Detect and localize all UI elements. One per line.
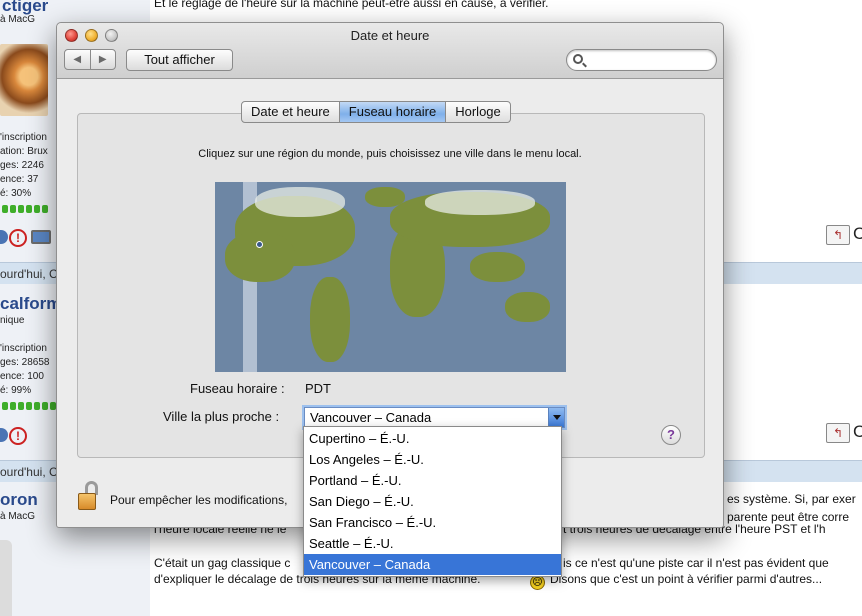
forum-user-info: é: 99% (0, 385, 32, 396)
menu-item-city-selected[interactable]: Vancouver – Canada (304, 554, 561, 575)
city-dropdown-menu: Cupertino – É.-U. Los Angeles – É.-U. Po… (303, 426, 562, 577)
lock-text: Pour empêcher les modifications, (110, 493, 288, 507)
forward-icon[interactable]: ▶ (89, 50, 116, 69)
warning-icon[interactable]: ! (9, 427, 27, 445)
reputation-bar (2, 402, 56, 410)
post-date: ourd'hui, C (0, 465, 58, 479)
tab-date-et-heure[interactable]: Date et heure (242, 102, 339, 122)
forum-user-role-1: à MacG (0, 14, 36, 25)
monitor-icon[interactable] (31, 230, 51, 244)
forum-user-info: 'inscription (0, 132, 47, 143)
quote-label[interactable]: C (853, 422, 862, 442)
menu-item-city[interactable]: Seattle – É.-U. (304, 533, 561, 554)
show-all-button[interactable]: Tout afficher (126, 49, 233, 71)
forum-user-info: ence: 100 (0, 371, 44, 382)
menu-item-city[interactable]: San Francisco – É.-U. (304, 512, 561, 533)
window-title: Date et heure (350, 28, 430, 43)
tab-horloge[interactable]: Horloge (445, 102, 510, 122)
post-date: ourd'hui, C (0, 267, 58, 281)
forum-user-info: ation: Brux (0, 146, 48, 157)
avatar (0, 44, 48, 116)
forum-user-info: ges: 2246 (0, 160, 44, 171)
reputation-bar (2, 205, 48, 213)
search-input[interactable] (566, 49, 717, 71)
forum-user-info: ges: 28658 (0, 357, 50, 368)
quote-label[interactable]: C (853, 224, 862, 244)
closest-city-label: Ville la plus proche : (163, 409, 280, 424)
post-text: is ce n'est qu'une piste car il n'est pa… (563, 556, 829, 570)
forum-user-info: ence: 37 (0, 174, 39, 185)
window-titlebar[interactable]: Date et heure ◀ ▶ Tout afficher (57, 23, 723, 79)
quote-icon[interactable]: ↰ (826, 225, 850, 245)
smiley-icon: ☹ (530, 575, 545, 590)
forum-username-2[interactable]: calform (0, 294, 61, 314)
forum-user-info: é: 30% (0, 188, 32, 199)
tab-bar: Date et heure Fuseau horaire Horloge (241, 101, 511, 123)
world-map[interactable] (215, 182, 566, 372)
post-text: es système. Si, par exer (727, 492, 856, 506)
avatar (0, 540, 12, 616)
warning-icon[interactable]: ! (9, 229, 27, 247)
lock-icon[interactable] (76, 481, 102, 511)
post-text-top: Et le réglage de l'heure sur la machine … (154, 0, 549, 10)
menu-item-city[interactable]: Cupertino – É.-U. (304, 428, 561, 449)
post-text: C'était un gag classique c (154, 556, 291, 570)
search-icon (573, 54, 583, 64)
tab-fuseau-horaire[interactable]: Fuseau horaire (338, 102, 446, 122)
timezone-value: PDT (305, 381, 331, 396)
help-icon[interactable]: ? (661, 425, 681, 445)
quote-icon[interactable]: ↰ (826, 423, 850, 443)
chevron-down-icon[interactable] (548, 408, 564, 427)
post-text: Disons que c'est un point à vérifier par… (550, 572, 823, 586)
forum-user-info: 'inscription (0, 343, 47, 354)
forum-user-role-2: nique (0, 315, 25, 326)
forum-user-role-3: à MacG (0, 511, 36, 522)
back-icon[interactable]: ◀ (65, 50, 90, 69)
closest-city-value: Vancouver – Canada (310, 410, 432, 425)
menu-item-city[interactable]: Portland – É.-U. (304, 470, 561, 491)
instruction-text: Cliquez sur une région du monde, puis ch… (198, 148, 582, 160)
menu-item-city[interactable]: Los Angeles – É.-U. (304, 449, 561, 470)
navigation-buttons: ◀ ▶ (64, 49, 116, 70)
menu-item-city[interactable]: San Diego – É.-U. (304, 491, 561, 512)
timezone-label: Fuseau horaire : (190, 381, 285, 396)
forum-username-3[interactable]: oron (0, 490, 38, 510)
closest-city-select[interactable]: Vancouver – Canada (304, 407, 565, 428)
selected-location-pin[interactable] (256, 241, 263, 248)
